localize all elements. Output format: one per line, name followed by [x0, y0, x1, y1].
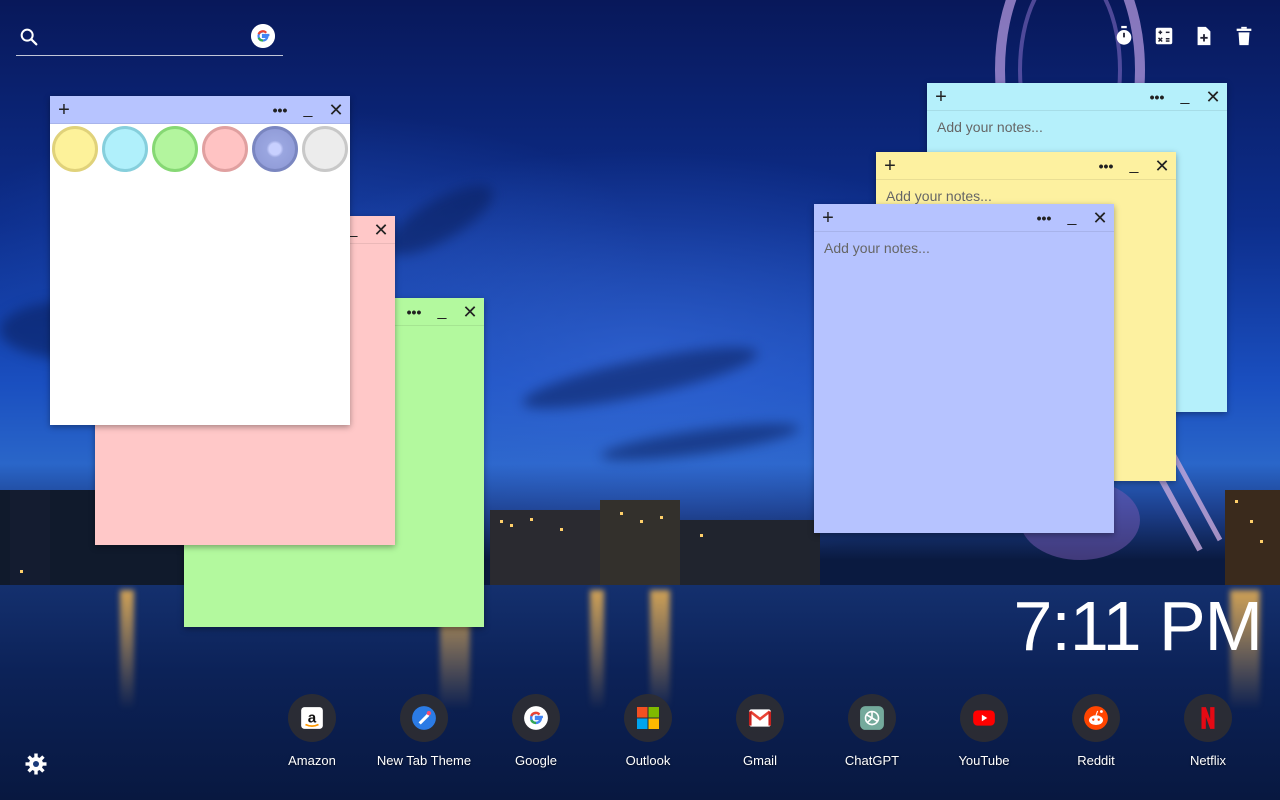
reddit-icon	[1072, 694, 1120, 742]
new-tab-theme-icon	[400, 694, 448, 742]
microsoft-icon	[624, 694, 672, 742]
sticky-note-white[interactable]: + ••• _ ✕	[50, 96, 350, 425]
shortcut-label: Amazon	[288, 753, 336, 768]
shortcut-new-tab-theme[interactable]: New Tab Theme	[368, 694, 480, 768]
new-note-button[interactable]	[1192, 24, 1216, 48]
color-swatch-gray[interactable]	[302, 126, 348, 172]
sticky-note-lavender[interactable]: + ••• _ ✕	[814, 204, 1114, 533]
svg-text:a: a	[308, 709, 317, 726]
shortcut-chatgpt[interactable]: ChatGPT	[816, 694, 928, 768]
note-close-button[interactable]: ✕	[369, 216, 393, 244]
shortcut-dock: a Amazon New Tab Theme Google Outlook Gm…	[256, 694, 1264, 768]
shortcut-label: Netflix	[1189, 753, 1227, 768]
note-close-button[interactable]: ✕	[458, 298, 482, 326]
shortcut-netflix[interactable]: Netflix	[1152, 694, 1264, 768]
note-close-button[interactable]: ✕	[1150, 152, 1174, 180]
color-swatch-cyan[interactable]	[102, 126, 148, 172]
chatgpt-icon	[848, 694, 896, 742]
stopwatch-icon	[1116, 25, 1132, 45]
gmail-icon	[736, 694, 784, 742]
note-menu-button[interactable]: •••	[402, 298, 426, 326]
google-icon	[512, 694, 560, 742]
color-swatch-pink[interactable]	[202, 126, 248, 172]
shortcut-label: Google	[515, 753, 557, 768]
color-swatch-lavender[interactable]	[252, 126, 298, 172]
calculator-button[interactable]	[1152, 24, 1176, 48]
note-add-button[interactable]: +	[52, 96, 76, 124]
note-close-button[interactable]: ✕	[1088, 204, 1112, 232]
shortcut-youtube[interactable]: YouTube	[928, 694, 1040, 768]
top-toolbar	[1112, 24, 1256, 48]
search-input[interactable]	[50, 24, 240, 50]
shortcut-label: ChatGPT	[844, 753, 900, 768]
timer-button[interactable]	[1112, 24, 1136, 48]
shortcut-reddit[interactable]: Reddit	[1040, 694, 1152, 768]
delete-button[interactable]	[1232, 24, 1256, 48]
note-menu-button[interactable]: •••	[1094, 152, 1118, 180]
note-text-input[interactable]	[814, 232, 1114, 312]
note-menu-button[interactable]: •••	[1145, 83, 1169, 111]
search-icon[interactable]	[18, 26, 40, 48]
shortcut-label: Reddit	[1077, 753, 1115, 768]
note-minimize-button[interactable]: _	[1060, 204, 1084, 232]
add-note-icon	[1197, 26, 1211, 46]
shortcut-label: Gmail	[743, 753, 777, 768]
clock: 7:11 PM	[1013, 587, 1263, 665]
color-picker	[50, 124, 350, 172]
note-add-button[interactable]: +	[878, 152, 902, 180]
note-close-button[interactable]: ✕	[324, 96, 348, 124]
shortcut-gmail[interactable]: Gmail	[704, 694, 816, 768]
note-add-button[interactable]: +	[816, 204, 840, 232]
note-menu-button[interactable]: •••	[1032, 204, 1056, 232]
note-header: + ••• _ ✕	[927, 83, 1227, 111]
netflix-icon	[1184, 694, 1232, 742]
note-header: + ••• _ ✕	[814, 204, 1114, 232]
shortcut-amazon[interactable]: a Amazon	[256, 694, 368, 768]
note-minimize-button[interactable]: _	[296, 96, 320, 124]
shortcut-outlook[interactable]: Outlook	[592, 694, 704, 768]
note-menu-button[interactable]: •••	[268, 96, 292, 124]
note-minimize-button[interactable]: _	[430, 298, 454, 326]
note-add-button[interactable]: +	[929, 83, 953, 111]
youtube-icon	[960, 694, 1008, 742]
google-icon[interactable]	[251, 24, 275, 48]
note-close-button[interactable]: ✕	[1201, 83, 1225, 111]
note-header: + ••• _ ✕	[876, 152, 1176, 180]
shortcut-label: New Tab Theme	[376, 753, 472, 768]
calculator-icon	[1155, 27, 1173, 45]
search-bar	[16, 20, 283, 56]
trash-icon	[1236, 26, 1252, 46]
shortcut-label: YouTube	[958, 753, 1010, 768]
settings-button[interactable]	[24, 752, 48, 776]
shortcut-google[interactable]: Google	[480, 694, 592, 768]
note-minimize-button[interactable]: _	[1122, 152, 1146, 180]
amazon-icon: a	[288, 694, 336, 742]
note-minimize-button[interactable]: _	[1173, 83, 1197, 111]
shortcut-label: Outlook	[625, 753, 671, 768]
color-swatch-yellow[interactable]	[52, 126, 98, 172]
note-header: + ••• _ ✕	[50, 96, 350, 124]
color-swatch-green[interactable]	[152, 126, 198, 172]
gear-icon	[25, 753, 47, 775]
